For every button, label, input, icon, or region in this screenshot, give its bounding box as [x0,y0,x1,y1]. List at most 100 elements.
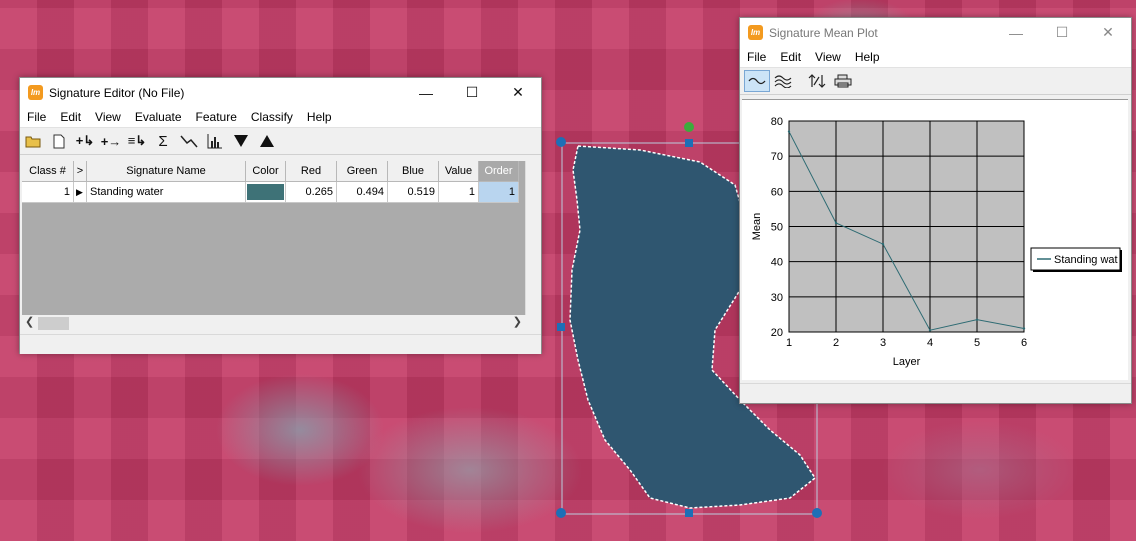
cell-color[interactable] [246,182,286,203]
imagine-app-icon: Im [748,25,763,40]
data-point [975,318,979,321]
add-signature-icon[interactable]: +↳ [72,130,98,152]
menu-classify[interactable]: Classify [244,110,300,124]
table-header-row: Class # > Signature Name Color Red Green… [22,161,525,182]
close-button[interactable]: ✕ [495,78,541,107]
y-tick-label: 80 [771,116,783,128]
column-header-signature-name[interactable]: Signature Name [87,161,246,182]
handle-w[interactable] [557,323,565,331]
mean-line-chart[interactable]: 1 2 3 4 5 6 80 70 60 50 40 30 20 Standing wat Layer Mea… [742,100,1128,380]
single-signature-plot-icon[interactable] [744,70,770,92]
cell-blue[interactable]: 0.519 [388,182,439,203]
maximize-button[interactable]: ☐ [449,78,495,107]
signature-editor-menubar: File Edit View Evaluate Feature Classify… [20,107,541,127]
replace-signature-icon[interactable]: +→ [98,130,124,152]
color-swatch[interactable] [247,184,284,200]
data-point [1022,327,1026,330]
close-button[interactable]: ✕ [1085,18,1131,47]
all-signatures-plot-icon[interactable] [770,70,796,92]
x-tick-label: 1 [786,337,792,349]
x-axis-label: Layer [893,356,921,368]
vertical-scrollbar[interactable] [525,161,541,315]
scale-chart-icon[interactable] [804,70,830,92]
menu-file[interactable]: File [20,110,53,124]
column-header-blue[interactable]: Blue [388,161,439,182]
handle-nw[interactable] [556,137,566,147]
mean-plot-icon[interactable] [176,130,202,152]
cell-red[interactable]: 0.265 [286,182,337,203]
rotate-handle[interactable] [684,122,694,132]
data-point [928,329,932,332]
menu-file[interactable]: File [740,50,773,64]
column-header-color[interactable]: Color [246,161,286,182]
x-tick-label: 4 [927,337,933,349]
menu-view[interactable]: View [88,110,128,124]
column-header-green[interactable]: Green [337,161,388,182]
move-up-icon[interactable] [254,130,280,152]
column-header-value[interactable]: Value [439,161,479,182]
cell-class-number[interactable]: 1 [22,182,74,203]
row-pointer-icon: ▶ [74,182,87,203]
mean-plot-titlebar[interactable]: Im Signature Mean Plot — ☐ ✕ [740,18,1131,47]
mean-plot-menubar: File Edit View Help [740,47,1131,67]
move-down-icon[interactable] [228,130,254,152]
x-tick-label: 6 [1021,337,1027,349]
plot-area: 1 2 3 4 5 6 80 70 60 50 40 30 20 Standing wat Layer Mea… [742,99,1128,380]
menu-evaluate[interactable]: Evaluate [128,110,189,124]
signature-table[interactable]: Class # > Signature Name Color Red Green… [22,161,525,315]
scroll-right-icon[interactable]: ❯ [513,315,522,328]
scroll-left-icon[interactable]: ❮ [25,315,34,328]
mean-plot-window: Im Signature Mean Plot — ☐ ✕ File Edit V… [739,17,1132,404]
y-tick-label: 30 [771,292,783,304]
new-file-icon[interactable] [46,130,72,152]
x-tick-label: 3 [880,337,886,349]
menu-feature[interactable]: Feature [189,110,244,124]
signature-editor-titlebar[interactable]: Im Signature Editor (No File) — ☐ ✕ [20,78,541,107]
menu-edit[interactable]: Edit [773,50,808,64]
minimize-button[interactable]: — [403,78,449,107]
column-header-red[interactable]: Red [286,161,337,182]
data-point [834,221,838,225]
column-header-class[interactable]: Class # [22,161,74,182]
mean-plot-statusbar [740,383,1131,403]
signature-editor-toolbar: +↳ +→ ≡↳ Σ [20,127,541,155]
menu-help[interactable]: Help [848,50,887,64]
y-tick-label: 40 [771,257,783,269]
cell-signature-name[interactable]: Standing water [87,182,246,203]
open-folder-icon[interactable] [20,130,46,152]
data-point [787,130,791,133]
cell-value[interactable]: 1 [439,182,479,203]
minimize-button[interactable]: — [993,18,1039,47]
y-tick-label: 60 [771,186,783,198]
column-header-order[interactable]: Order [479,161,519,182]
horizontal-scrollbar[interactable]: ❮ ❯ [22,315,525,332]
mean-plot-toolbar [740,67,1131,95]
signature-editor-window: Im Signature Editor (No File) — ☐ ✕ File… [19,77,542,354]
handle-n[interactable] [685,139,693,147]
menu-view[interactable]: View [808,50,848,64]
handle-s[interactable] [685,509,693,517]
x-tick-label: 2 [833,337,839,349]
table-row[interactable]: 1 ▶ Standing water 0.265 0.494 0.519 1 1 [22,182,525,203]
print-icon[interactable] [830,70,856,92]
handle-sw[interactable] [556,508,566,518]
y-axis-label: Mean [751,213,763,241]
statistics-sigma-icon[interactable]: Σ [150,130,176,152]
menu-help[interactable]: Help [300,110,339,124]
x-tick-label: 5 [974,337,980,349]
y-tick-label: 50 [771,222,783,234]
column-header-marker[interactable]: > [74,161,87,182]
cell-order[interactable]: 1 [479,182,519,203]
cell-green[interactable]: 0.494 [337,182,388,203]
y-tick-label: 70 [771,151,783,163]
maximize-button[interactable]: ☐ [1039,18,1085,47]
histogram-icon[interactable] [202,130,228,152]
mean-plot-title: Signature Mean Plot [769,25,878,40]
scroll-thumb[interactable] [38,317,69,330]
data-point [881,242,885,246]
signature-editor-title: Signature Editor (No File) [49,85,185,100]
merge-signatures-icon[interactable]: ≡↳ [124,130,150,152]
handle-se[interactable] [812,508,822,518]
legend-label: Standing wat [1054,254,1118,266]
menu-edit[interactable]: Edit [53,110,88,124]
